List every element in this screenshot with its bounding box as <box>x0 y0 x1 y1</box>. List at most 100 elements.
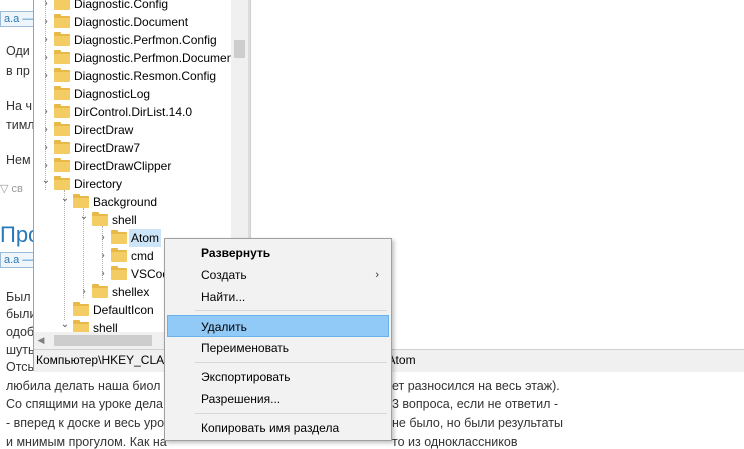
tree-item[interactable]: › Diagnostic.Perfmon.Config <box>34 31 234 49</box>
menu-item-permissions[interactable]: Разрешения... <box>167 388 389 410</box>
article-text-line: любила делать наша биол <box>6 379 161 393</box>
tree-item[interactable]: › Diagnostic.Perfmon.Document <box>34 49 237 67</box>
tree-item-label: DirectDrawClipper <box>74 159 172 173</box>
article-text-line: были <box>6 307 37 321</box>
tree-item-label: Diagnostic.Document <box>74 15 189 29</box>
tree-item[interactable]: › Diagnostic.Config <box>34 0 234 13</box>
menu-separator <box>195 362 387 363</box>
collapse-chevron-icon[interactable]: ⌄ <box>40 172 52 190</box>
menu-separator <box>195 310 387 311</box>
expand-chevron-icon[interactable]: › <box>40 67 52 85</box>
article-text-line: Был <box>6 290 31 304</box>
tree-item[interactable]: › DirectDraw <box>34 121 234 139</box>
article-text-line: - вперед к доске и весь урок <box>6 416 170 430</box>
folder-icon <box>54 14 70 28</box>
expand-chevron-icon[interactable]: › <box>40 139 52 157</box>
scrollbar-thumb[interactable] <box>234 40 245 58</box>
tree-item-label: cmd <box>131 249 154 263</box>
menu-item-expand[interactable]: Развернуть <box>167 242 389 264</box>
folder-icon <box>92 284 108 298</box>
folder-icon <box>73 194 89 208</box>
article-text-line: Оди <box>6 44 30 58</box>
article-text-line: Со спящими на уроке дела <box>6 397 164 411</box>
tree-item-label: DefaultIcon <box>93 303 154 317</box>
article-text-line: в пр <box>6 64 30 78</box>
menu-item-create[interactable]: Создать › <box>167 264 389 286</box>
tree-item[interactable]: ⌄ Background <box>34 193 234 211</box>
tree-item-label: Diagnostic.Perfmon.Document <box>74 51 237 65</box>
folder-icon <box>73 302 89 316</box>
submenu-arrow-icon: › <box>375 269 379 281</box>
folder-icon <box>54 0 70 10</box>
author-tag[interactable]: а.а — <box>0 11 38 27</box>
tree-item-label: DiagnosticLog <box>74 87 151 101</box>
menu-separator <box>195 413 387 414</box>
expand-chevron-icon[interactable]: › <box>97 247 109 265</box>
folder-icon <box>54 158 70 172</box>
expand-chevron-icon[interactable]: › <box>78 283 90 301</box>
folder-icon <box>54 140 70 154</box>
folder-icon <box>111 230 127 244</box>
tree-item-label: Atom <box>129 229 162 247</box>
article-text-line: Отсь <box>6 360 35 374</box>
expand-chevron-icon[interactable]: › <box>97 265 109 283</box>
tree-item[interactable]: › Diagnostic.Resmon.Config <box>34 67 234 85</box>
tree-item[interactable]: ⌄ shell <box>34 211 234 229</box>
menu-item-find[interactable]: Найти... <box>167 286 389 308</box>
menu-item-rename[interactable]: Переименовать <box>167 337 389 359</box>
article-text-line: ет разносился на весь этаж). <box>392 379 560 393</box>
tree-item-label: Background <box>93 195 158 209</box>
tree-item[interactable]: › DirectDraw7 <box>34 139 234 157</box>
collapse-chevron-icon[interactable]: ⌄ <box>59 190 71 208</box>
tree-item[interactable]: › Diagnostic.Document <box>34 13 234 31</box>
tree-item-label: Diagnostic.Config <box>74 0 169 11</box>
menu-item-copy-key-name[interactable]: Копировать имя раздела <box>167 417 389 439</box>
article-text-line: и мнимым прогулом. Как на <box>6 435 167 449</box>
tree-item-label: shellex <box>112 285 150 299</box>
article-text-line: Нем <box>6 153 31 167</box>
article-text-line: На ч <box>6 99 32 113</box>
tree-item[interactable]: DiagnosticLog <box>34 85 234 103</box>
expand-chevron-icon[interactable]: › <box>40 49 52 67</box>
expand-chevron-icon[interactable]: › <box>40 103 52 121</box>
scroll-left-icon[interactable]: ◀ <box>34 332 48 349</box>
article-text-line: не было, но были результаты <box>392 416 564 430</box>
article-text-line: одоб <box>6 325 35 339</box>
tree-item-label: Diagnostic.Resmon.Config <box>74 69 217 83</box>
expand-chevron-icon[interactable]: › <box>40 0 52 13</box>
article-text-line: тимл <box>6 118 35 132</box>
vote-widget[interactable]: ▽ св <box>0 182 23 195</box>
folder-icon <box>111 248 127 262</box>
author-tag-bottom[interactable]: а.а — <box>0 252 38 268</box>
collapse-chevron-icon[interactable]: ⌄ <box>78 208 90 226</box>
folder-icon <box>54 86 70 100</box>
folder-icon <box>54 176 70 190</box>
tree-item-label: shell <box>93 321 118 332</box>
expand-chevron-icon[interactable]: › <box>97 229 109 247</box>
folder-icon <box>92 212 108 226</box>
folder-icon <box>54 104 70 118</box>
tree-item-label: DirectDraw7 <box>74 141 141 155</box>
tree-item-label: Diagnostic.Perfmon.Config <box>74 33 217 47</box>
folder-icon <box>54 68 70 82</box>
tree-item-label: DirectDraw <box>74 123 134 137</box>
article-text-line: то из одноклассников <box>392 435 518 449</box>
collapse-chevron-icon[interactable]: ⌄ <box>59 316 71 332</box>
context-menu: Развернуть Создать › Найти... Удалить Пе… <box>164 238 392 441</box>
expand-chevron-icon[interactable]: › <box>40 13 52 31</box>
article-text-line: 3 вопроса, если не ответил - <box>392 397 559 411</box>
expand-chevron-icon[interactable]: › <box>40 31 52 49</box>
folder-icon <box>54 50 70 64</box>
menu-item-delete[interactable]: Удалить <box>167 315 389 337</box>
scrollbar-thumb[interactable] <box>54 335 152 346</box>
article-text-line: шуть <box>6 343 35 357</box>
folder-icon <box>54 122 70 136</box>
tree-item-label: shell <box>112 213 137 227</box>
menu-item-export[interactable]: Экспортировать <box>167 366 389 388</box>
folder-icon <box>73 320 89 332</box>
folder-icon <box>111 266 127 280</box>
expand-chevron-icon[interactable]: › <box>40 121 52 139</box>
tree-item[interactable]: › DirControl.DirList.14.0 <box>34 103 234 121</box>
tree-item-label: DirControl.DirList.14.0 <box>74 105 193 119</box>
tree-item[interactable]: › DirectDrawClipper <box>34 157 234 175</box>
